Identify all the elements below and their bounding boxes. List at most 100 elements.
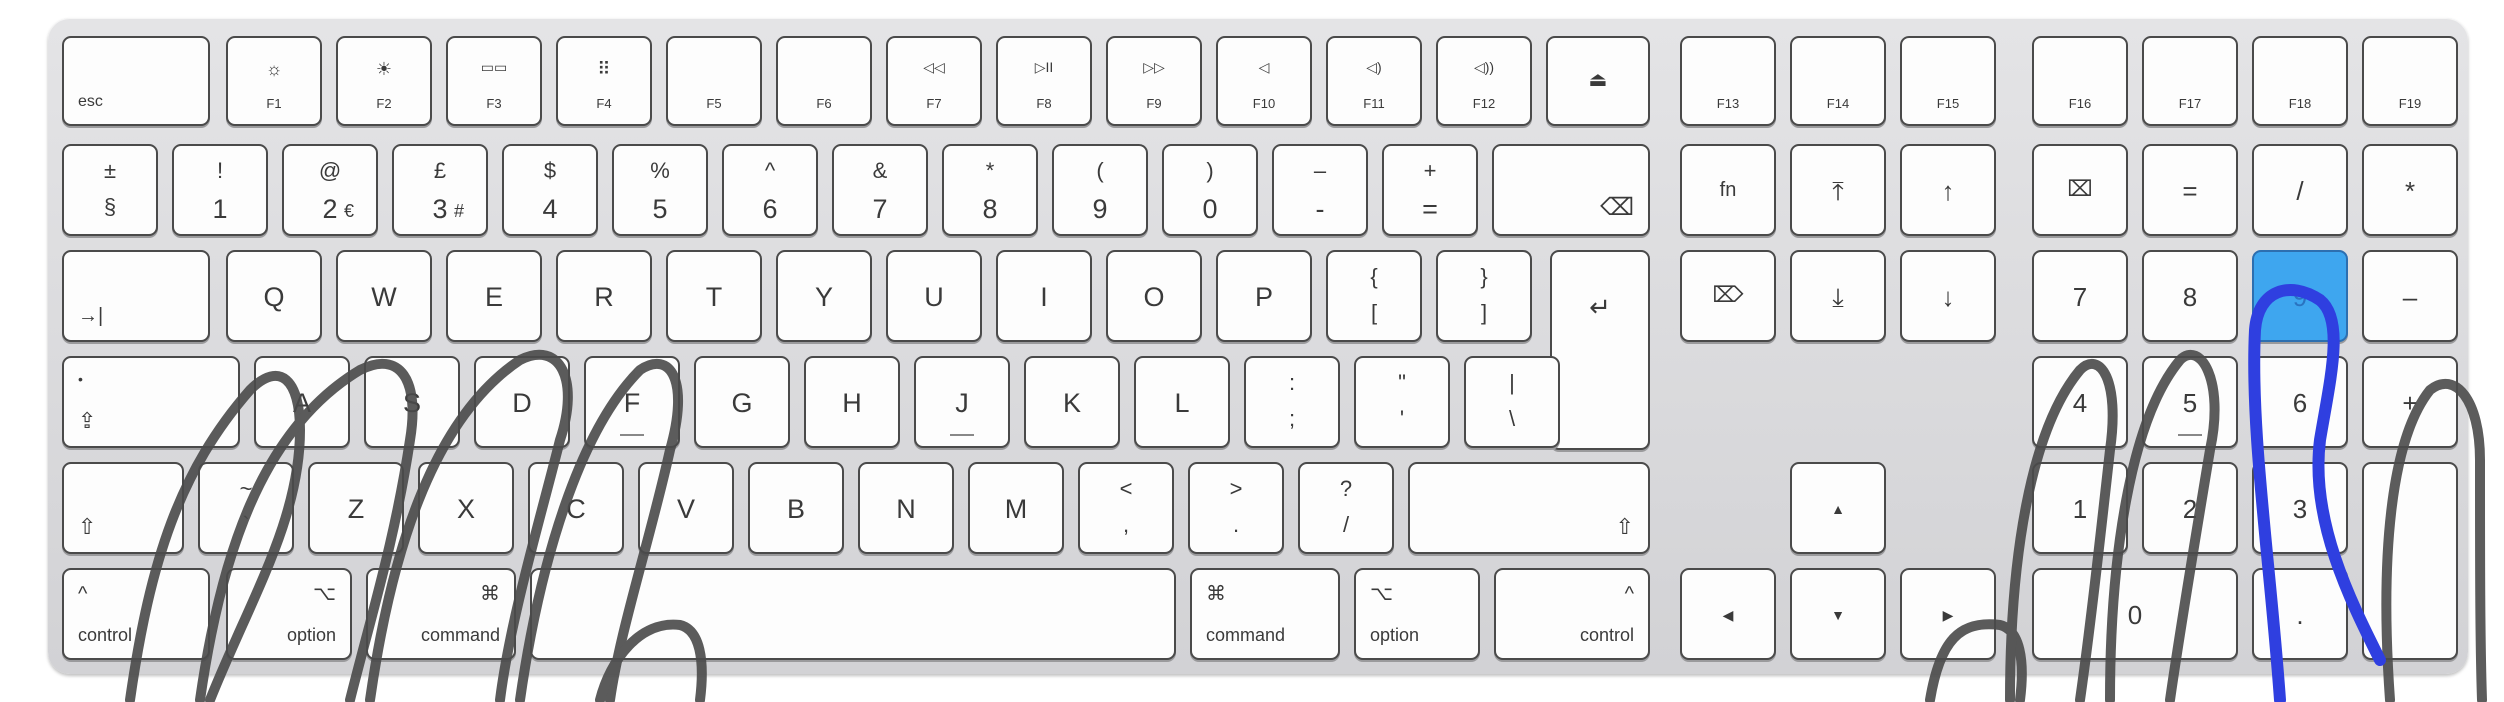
key-h[interactable]: H: [804, 356, 900, 448]
key-left-command[interactable]: ⌘ command: [366, 568, 516, 660]
key-keypad-slash[interactable]: /: [2252, 144, 2348, 236]
key-z[interactable]: Z: [308, 462, 404, 554]
key-keypad-0[interactable]: 0: [2032, 568, 2238, 660]
key-right-control[interactable]: ^ control: [1494, 568, 1650, 660]
key-v[interactable]: V: [638, 462, 734, 554]
key-page-up[interactable]: ↑: [1900, 144, 1996, 236]
key-keypad-1[interactable]: 1: [2032, 462, 2128, 554]
key-semicolon[interactable]: : ;: [1244, 356, 1340, 448]
key-u[interactable]: U: [886, 250, 982, 342]
key-keypad-7[interactable]: 7: [2032, 250, 2128, 342]
key-f3[interactable]: ▭▭ F3: [446, 36, 542, 126]
key-fn[interactable]: fn: [1680, 144, 1776, 236]
key-backslash[interactable]: | \: [1464, 356, 1560, 448]
key-keypad-6[interactable]: 6: [2252, 356, 2348, 448]
key-s[interactable]: S: [364, 356, 460, 448]
key-keypad-star[interactable]: *: [2362, 144, 2458, 236]
key-j[interactable]: J: [914, 356, 1010, 448]
key-slash[interactable]: ? /: [1298, 462, 1394, 554]
key-caps-lock[interactable]: • ⇪: [62, 356, 240, 448]
key-grave[interactable]: ~ `: [198, 462, 294, 554]
key-f8[interactable]: ▷II F8: [996, 36, 1092, 126]
key-equals[interactable]: + =: [1382, 144, 1478, 236]
key-8[interactable]: * 8: [942, 144, 1038, 236]
key-f12[interactable]: ◁)) F12: [1436, 36, 1532, 126]
key-1[interactable]: ! 1: [172, 144, 268, 236]
key-c[interactable]: C: [528, 462, 624, 554]
key-delete[interactable]: ⌫: [1492, 144, 1650, 236]
key-forward-delete[interactable]: ⌦: [1680, 250, 1776, 342]
key-b[interactable]: B: [748, 462, 844, 554]
key-arrow-down[interactable]: ▼: [1790, 568, 1886, 660]
key-keypad-3[interactable]: 3: [2252, 462, 2348, 554]
key-return[interactable]: ↵: [1550, 250, 1650, 450]
key-f[interactable]: F: [584, 356, 680, 448]
key-n[interactable]: N: [858, 462, 954, 554]
key-open-bracket[interactable]: { [: [1326, 250, 1422, 342]
key-0[interactable]: ) 0: [1162, 144, 1258, 236]
key-6[interactable]: ^ 6: [722, 144, 818, 236]
key-arrow-up[interactable]: ▲: [1790, 462, 1886, 554]
key-f6[interactable]: F6: [776, 36, 872, 126]
key-f2[interactable]: ☀ F2: [336, 36, 432, 126]
key-f10[interactable]: ◁ F10: [1216, 36, 1312, 126]
key-f17[interactable]: F17: [2142, 36, 2238, 126]
key-keypad-equals[interactable]: =: [2142, 144, 2238, 236]
key-d[interactable]: D: [474, 356, 570, 448]
key-w[interactable]: W: [336, 250, 432, 342]
key-period[interactable]: > .: [1188, 462, 1284, 554]
key-section[interactable]: ± §: [62, 144, 158, 236]
key-f18[interactable]: F18: [2252, 36, 2348, 126]
key-comma[interactable]: < ,: [1078, 462, 1174, 554]
key-f7[interactable]: ◁◁ F7: [886, 36, 982, 126]
key-9[interactable]: ( 9: [1052, 144, 1148, 236]
key-y[interactable]: Y: [776, 250, 872, 342]
key-f9[interactable]: ▷▷ F9: [1106, 36, 1202, 126]
key-right-option[interactable]: ⌥ option: [1354, 568, 1480, 660]
key-f19[interactable]: F19: [2362, 36, 2458, 126]
key-f11[interactable]: ◁) F11: [1326, 36, 1422, 126]
key-esc[interactable]: esc: [62, 36, 210, 126]
key-q[interactable]: Q: [226, 250, 322, 342]
key-x[interactable]: X: [418, 462, 514, 554]
key-clear[interactable]: ⌧: [2032, 144, 2128, 236]
key-keypad-enter[interactable]: [2362, 462, 2458, 660]
key-7[interactable]: & 7: [832, 144, 928, 236]
key-l[interactable]: L: [1134, 356, 1230, 448]
key-4[interactable]: $ 4: [502, 144, 598, 236]
key-m[interactable]: M: [968, 462, 1064, 554]
key-f5[interactable]: F5: [666, 36, 762, 126]
key-right-shift[interactable]: ⇧: [1408, 462, 1650, 554]
key-close-bracket[interactable]: } ]: [1436, 250, 1532, 342]
key-keypad-dot[interactable]: .: [2252, 568, 2348, 660]
key-left-control[interactable]: ^ control: [62, 568, 210, 660]
key-minus[interactable]: – -: [1272, 144, 1368, 236]
key-keypad-plus[interactable]: +: [2362, 356, 2458, 448]
key-3[interactable]: £ 3 #: [392, 144, 488, 236]
key-g[interactable]: G: [694, 356, 790, 448]
key-f1[interactable]: ☼ F1: [226, 36, 322, 126]
key-a[interactable]: A: [254, 356, 350, 448]
key-eject[interactable]: ⏏: [1546, 36, 1650, 126]
key-space[interactable]: [530, 568, 1176, 660]
key-arrow-right[interactable]: ▶: [1900, 568, 1996, 660]
key-f4[interactable]: ⠿ F4: [556, 36, 652, 126]
key-f16[interactable]: F16: [2032, 36, 2128, 126]
key-f15[interactable]: F15: [1900, 36, 1996, 126]
key-o[interactable]: O: [1106, 250, 1202, 342]
key-home[interactable]: ⤒: [1790, 144, 1886, 236]
key-k[interactable]: K: [1024, 356, 1120, 448]
key-f14[interactable]: F14: [1790, 36, 1886, 126]
key-arrow-left[interactable]: ◀: [1680, 568, 1776, 660]
key-left-shift[interactable]: ⇧: [62, 462, 184, 554]
key-tab[interactable]: →|: [62, 250, 210, 342]
key-t[interactable]: T: [666, 250, 762, 342]
key-p[interactable]: P: [1216, 250, 1312, 342]
key-keypad-8[interactable]: 8: [2142, 250, 2238, 342]
key-keypad-9[interactable]: 9: [2252, 250, 2348, 342]
key-keypad-minus[interactable]: –: [2362, 250, 2458, 342]
key-quote[interactable]: " ': [1354, 356, 1450, 448]
key-right-command[interactable]: ⌘ command: [1190, 568, 1340, 660]
key-page-down[interactable]: ↓: [1900, 250, 1996, 342]
key-keypad-2[interactable]: 2: [2142, 462, 2238, 554]
